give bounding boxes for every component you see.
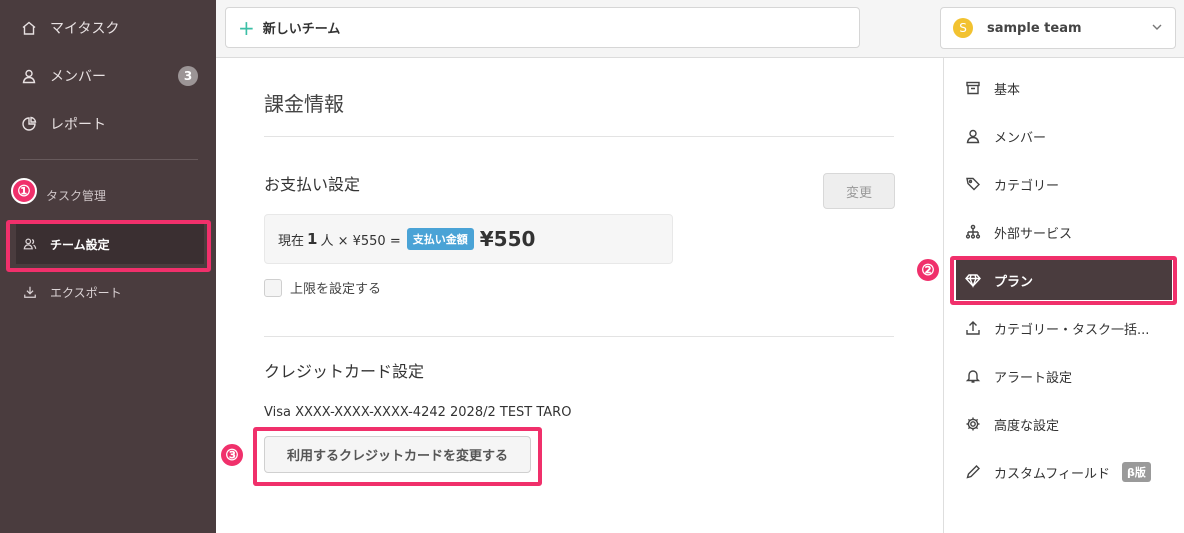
settings-item-label: カテゴリー・タスク一括...: [994, 322, 1150, 338]
price-user-count: 1: [307, 230, 318, 248]
page-title: 課金情報: [264, 92, 344, 116]
highlight-box-change-card: [253, 427, 542, 486]
sidebar-item-label: レポート: [50, 117, 106, 133]
new-team-label: 新しいチーム: [262, 22, 341, 37]
limit-checkbox[interactable]: [264, 278, 282, 297]
settings-item-label: アラート設定: [994, 370, 1073, 386]
team-selector[interactable]: S sample team: [940, 7, 1176, 49]
price-formula: 人 × ¥550 =: [320, 233, 401, 249]
sidebar-item-report[interactable]: レポート: [0, 100, 216, 148]
credit-card-info: Visa XXXX-XXXX-XXXX-4242 2028/2 TEST TAR…: [264, 405, 572, 420]
settings-menu: 基本 メンバー カテゴリー 外部サービス プラン カテゴリー・タスク一括...: [943, 58, 1184, 533]
limit-checkbox-row[interactable]: 上限を設定する: [264, 278, 381, 297]
network-icon: [964, 223, 982, 241]
settings-item-external-services[interactable]: 外部サービス: [956, 212, 1172, 252]
upload-icon: [964, 319, 982, 337]
plus-icon: +: [238, 15, 255, 40]
settings-item-custom-fields[interactable]: カスタムフィールド β版: [956, 452, 1172, 492]
price-current-prefix: 現在: [278, 233, 305, 249]
bell-icon: [964, 367, 982, 385]
limit-checkbox-label: 上限を設定する: [290, 282, 382, 297]
sidebar-item-export[interactable]: エクスポート: [16, 272, 204, 312]
settings-item-advanced[interactable]: 高度な設定: [956, 404, 1172, 444]
settings-item-alerts[interactable]: アラート設定: [956, 356, 1172, 396]
topbar: + 新しいチーム S sample team: [216, 0, 1184, 58]
new-team-button[interactable]: + 新しいチーム: [225, 7, 860, 48]
tag-icon: [964, 175, 982, 193]
user-icon: [20, 67, 38, 85]
pencil-icon: [964, 463, 982, 481]
chevron-down-icon: [1151, 21, 1163, 37]
sidebar-divider: [20, 159, 198, 160]
sidebar-item-label: マイタスク: [50, 21, 120, 37]
pie-chart-icon: [20, 115, 38, 133]
settings-item-category[interactable]: カテゴリー: [956, 164, 1172, 204]
sidebar-section-task-management: タスク管理: [46, 189, 107, 203]
settings-item-bulk-import[interactable]: カテゴリー・タスク一括...: [956, 308, 1172, 348]
price-summary: 現在 1 人 × ¥550 = 支払い金額 ¥550: [264, 214, 673, 264]
beta-badge: β版: [1121, 462, 1151, 482]
home-icon: [20, 19, 38, 37]
annotation-marker-1: ①: [11, 178, 37, 204]
pay-amount-label: 支払い金額: [406, 228, 474, 250]
divider: [264, 336, 894, 337]
highlight-box-team-settings: [6, 220, 211, 272]
download-icon: [22, 284, 38, 300]
settings-item-label: 高度な設定: [994, 418, 1060, 434]
sidebar-item-label: エクスポート: [50, 285, 122, 300]
settings-item-basic[interactable]: 基本: [956, 68, 1172, 108]
settings-item-label: メンバー: [994, 130, 1047, 146]
team-avatar: S: [953, 18, 973, 38]
main-content: 課金情報 お支払い設定 変更 現在 1 人 × ¥550 = 支払い金額 ¥55…: [216, 58, 943, 533]
sidebar-item-label: メンバー: [50, 69, 106, 85]
annotation-marker-2: ②: [915, 257, 941, 283]
sidebar-item-my-tasks[interactable]: マイタスク: [0, 4, 216, 52]
settings-item-label: 外部サービス: [994, 226, 1073, 242]
sidebar: マイタスク メンバー 3 レポート タスク管理 チーム設定 エクスポート ①: [0, 0, 216, 533]
settings-item-label: 基本: [994, 82, 1021, 98]
settings-item-label: カスタムフィールド: [994, 466, 1110, 482]
payment-settings-title: お支払い設定: [264, 175, 361, 194]
settings-item-label: カテゴリー: [994, 178, 1060, 194]
price-total: ¥550: [479, 227, 536, 251]
user-icon: [964, 127, 982, 145]
team-name: sample team: [987, 20, 1082, 36]
member-count-badge: 3: [178, 66, 198, 86]
gear-icon: [964, 415, 982, 433]
highlight-box-plan: [950, 256, 1177, 305]
archive-icon: [964, 79, 982, 97]
divider: [264, 136, 894, 137]
annotation-marker-3: ③: [219, 442, 245, 468]
credit-card-settings-title: クレジットカード設定: [264, 362, 425, 381]
change-payment-button[interactable]: 変更: [823, 173, 895, 209]
settings-item-members[interactable]: メンバー: [956, 116, 1172, 156]
sidebar-item-members[interactable]: メンバー 3: [0, 52, 216, 100]
